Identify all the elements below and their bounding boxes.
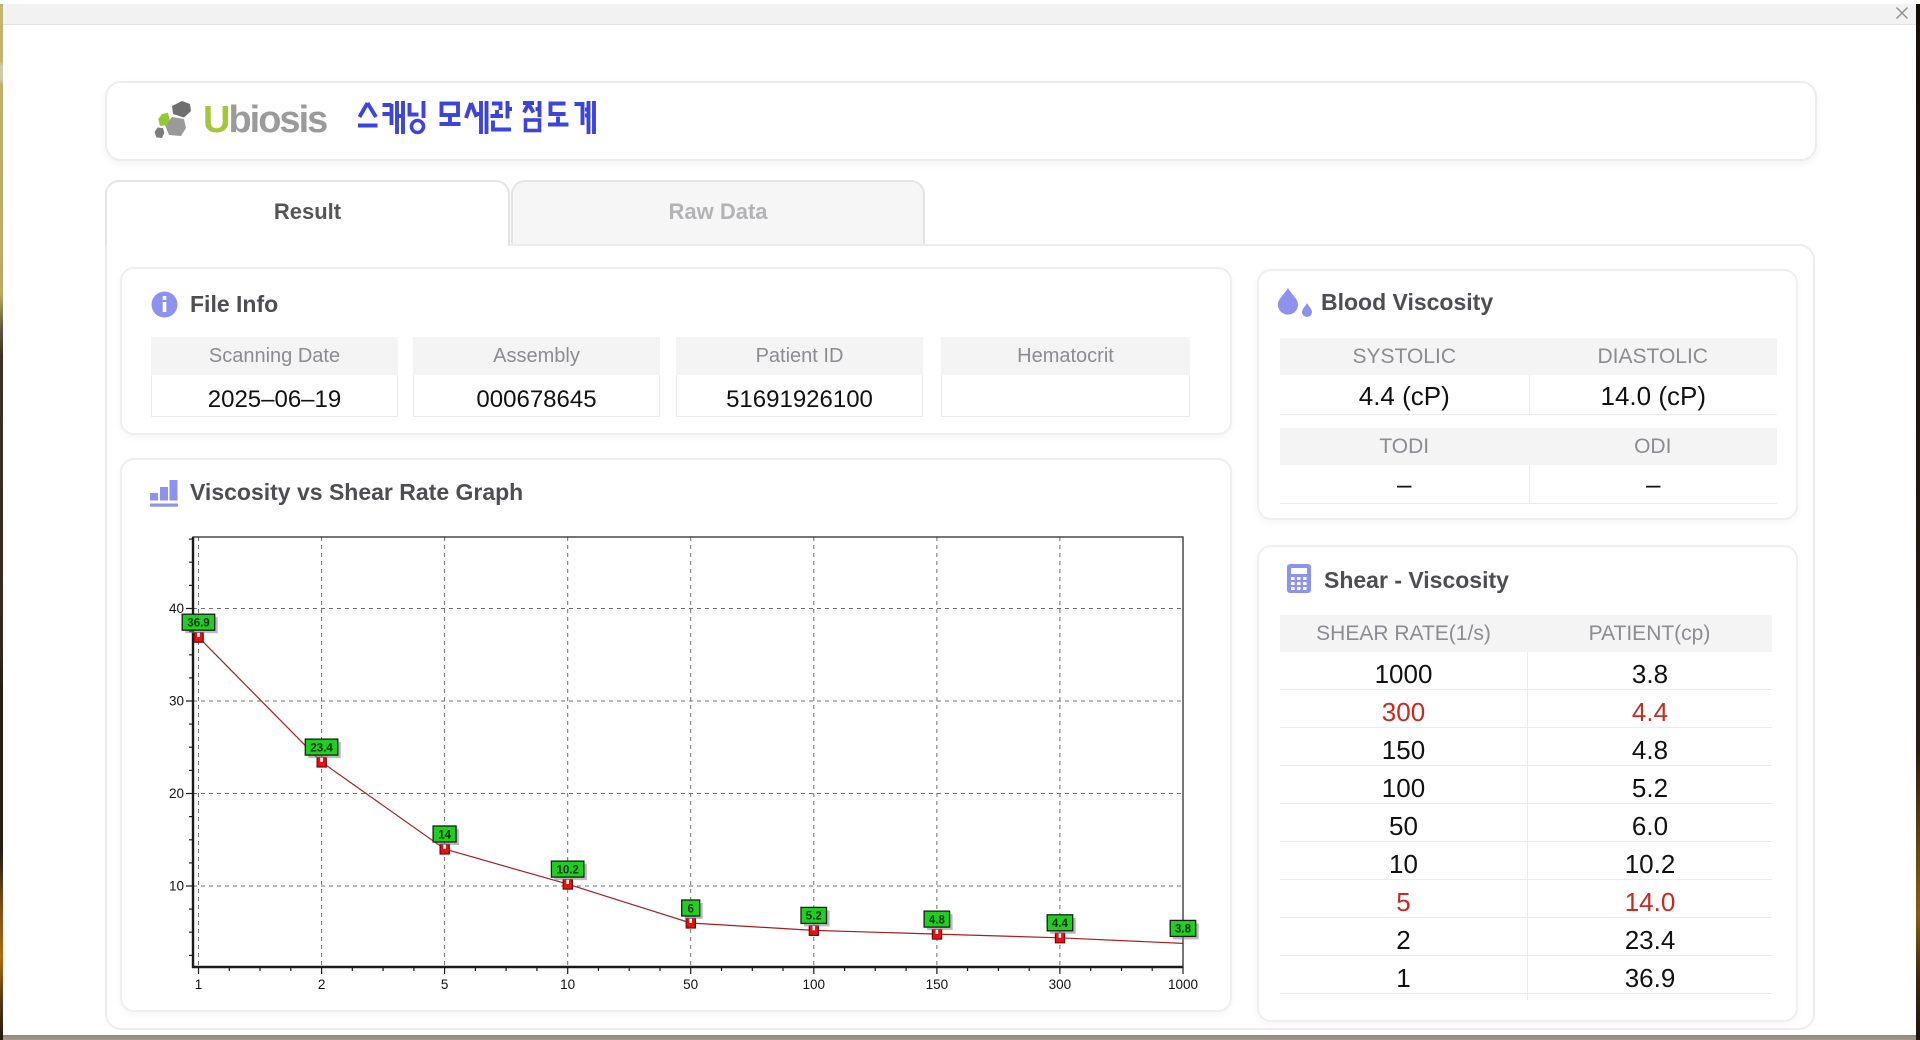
svg-text:50: 50 xyxy=(683,977,698,992)
svg-text:3.8: 3.8 xyxy=(1175,924,1192,936)
svg-text:150: 150 xyxy=(926,977,949,992)
svg-text:100: 100 xyxy=(803,977,826,992)
svg-text:10.2: 10.2 xyxy=(557,864,579,876)
svg-text:5: 5 xyxy=(441,977,449,992)
svg-text:23.4: 23.4 xyxy=(310,742,333,754)
svg-text:1000: 1000 xyxy=(1168,977,1198,992)
svg-text:4.4: 4.4 xyxy=(1052,918,1069,930)
svg-text:300: 300 xyxy=(1049,977,1072,992)
svg-text:20: 20 xyxy=(169,786,184,801)
svg-text:36.9: 36.9 xyxy=(187,618,209,630)
svg-text:10: 10 xyxy=(560,977,575,992)
svg-text:14: 14 xyxy=(438,829,451,841)
svg-text:2: 2 xyxy=(318,977,326,992)
svg-text:1: 1 xyxy=(195,977,203,992)
svg-text:40: 40 xyxy=(169,601,184,616)
svg-text:10: 10 xyxy=(169,879,184,894)
svg-text:4.8: 4.8 xyxy=(929,914,946,926)
svg-text:6: 6 xyxy=(687,903,693,915)
svg-text:30: 30 xyxy=(169,694,184,709)
svg-text:5.2: 5.2 xyxy=(806,911,822,923)
